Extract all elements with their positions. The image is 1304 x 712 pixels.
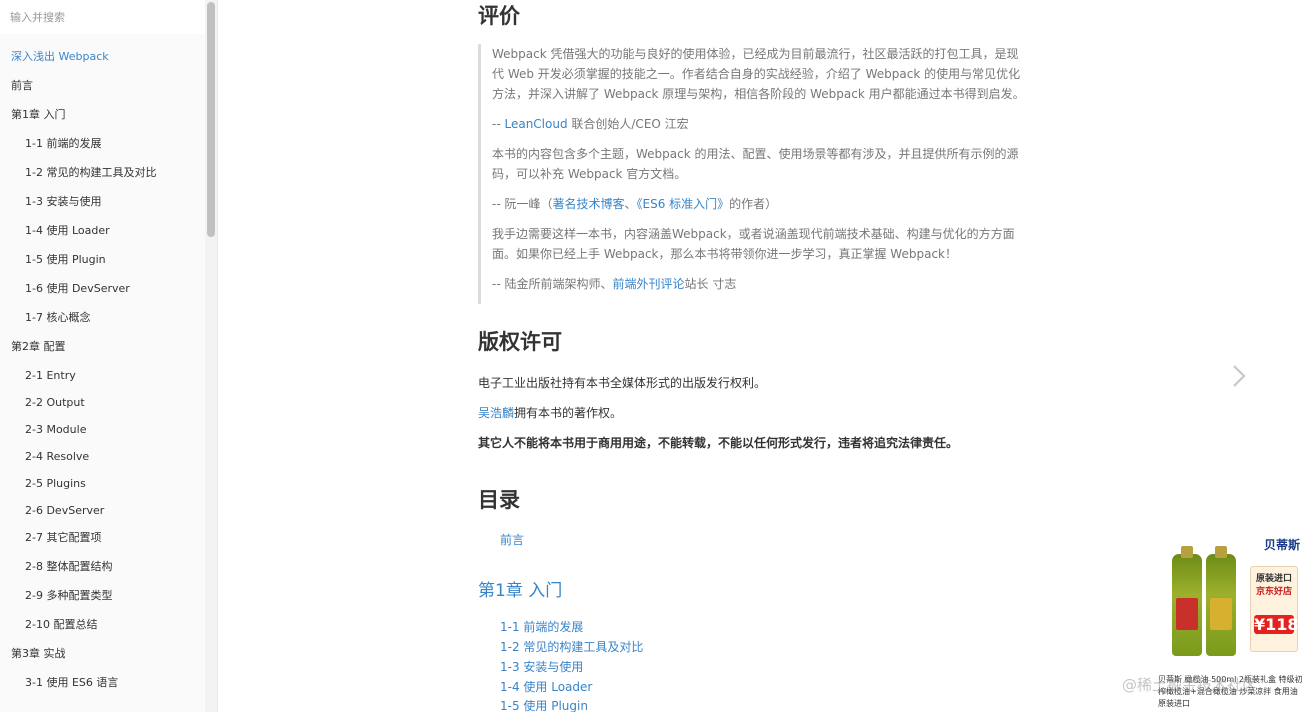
sidebar-item-3-1[interactable]: 3-1 使用 ES6 语言 bbox=[0, 666, 205, 695]
olive-oil-bottle-icon bbox=[1172, 546, 1202, 656]
copyright-paragraph-1: 电子工业出版社持有本书全媒体形式的出版发行权利。 bbox=[478, 376, 767, 390]
review-quote-2: 本书的内容包含多个主题，Webpack 的用法、配置、使用场景等都有涉及，并且提… bbox=[492, 147, 1019, 181]
toc-chapter1[interactable]: 第1章 入门 bbox=[478, 576, 562, 601]
sidebar-item-2-5[interactable]: 2-5 Plugins bbox=[0, 467, 205, 494]
attribution-prefix: -- 阮一峰（ bbox=[492, 197, 553, 211]
toc-item-1-2[interactable]: 1-2 常见的构建工具及对比 bbox=[500, 637, 643, 657]
sidebar-item-2-10[interactable]: 2-10 配置总结 bbox=[0, 608, 205, 637]
sidebar-item-2-4[interactable]: 2-4 Resolve bbox=[0, 440, 205, 467]
sidebar-item-1-4[interactable]: 1-4 使用 Loader bbox=[0, 214, 205, 243]
sidebar: 深入浅出 Webpack 前言 第1章 入门 1-1 前端的发展 1-2 常见的… bbox=[0, 0, 218, 712]
sidebar-item-2-3[interactable]: 2-3 Module bbox=[0, 413, 205, 440]
sidebar-item-1-6[interactable]: 1-6 使用 DevServer bbox=[0, 272, 205, 301]
toc-item-preface[interactable]: 前言 bbox=[500, 530, 524, 550]
sidebar-item-preface[interactable]: 前言 bbox=[0, 69, 205, 98]
author-link[interactable]: 吴浩麟 bbox=[478, 406, 514, 420]
attribution-suffix: 的作者） bbox=[729, 197, 778, 211]
toc-item-1-3[interactable]: 1-3 安装与使用 bbox=[500, 657, 583, 677]
ad-brand: 贝蒂斯 bbox=[1263, 538, 1300, 552]
sidebar-item-2-8[interactable]: 2-8 整体配置结构 bbox=[0, 550, 205, 579]
review-attribution-1: -- LeanCloud 联合创始人/CEO 江宏 bbox=[492, 114, 1028, 134]
sidebar-item-2-7[interactable]: 2-7 其它配置项 bbox=[0, 521, 205, 550]
sidebar-item-2-6[interactable]: 2-6 DevServer bbox=[0, 494, 205, 521]
copyright-paragraph-3: 其它人不能将本书用于商用用途，不能转载，不能以任何形式发行，违者将追究法律责任。 bbox=[478, 436, 959, 450]
tech-blog-link[interactable]: 著名技术博客 bbox=[552, 197, 624, 211]
copyright-paragraph-2: 吴浩麟拥有本书的著作权。 bbox=[478, 403, 622, 423]
ad-promo-line1: 原装进口 bbox=[1255, 574, 1292, 584]
toc-item-1-4[interactable]: 1-4 使用 Loader bbox=[500, 677, 592, 697]
frontend-weekly-link[interactable]: 前端外刊评论 bbox=[612, 277, 684, 291]
attribution-prefix: -- bbox=[492, 117, 505, 131]
watermark: @稀土掘金技术社区 bbox=[1122, 676, 1258, 694]
attribution-suffix: 联合创始人/CEO 江宏 bbox=[567, 117, 689, 131]
review-blockquote: Webpack 凭借强大的功能与良好的使用体验，已经成为目前最流行，社区最活跃的… bbox=[478, 44, 1028, 304]
review-quote-3: 我手边需要这样一本书，内容涵盖Webpack，或者说涵盖现代前端技术基础、构建与… bbox=[492, 227, 1015, 261]
leancloud-link[interactable]: LeanCloud bbox=[504, 117, 567, 131]
attribution-prefix: -- 陆金所前端架构师、 bbox=[492, 277, 613, 291]
ad-promo-line2: 京东好店 bbox=[1255, 587, 1292, 597]
attribution-separator: 、 bbox=[624, 197, 637, 211]
sidebar-item-1-3[interactable]: 1-3 安装与使用 bbox=[0, 185, 205, 214]
sidebar-item-1-7[interactable]: 1-7 核心概念 bbox=[0, 301, 205, 330]
sidebar-item-2-9[interactable]: 2-9 多种配置类型 bbox=[0, 579, 205, 608]
sidebar-nav: 深入浅出 Webpack 前言 第1章 入门 1-1 前端的发展 1-2 常见的… bbox=[0, 40, 205, 695]
ad-price: ¥118 bbox=[1254, 615, 1299, 634]
main-content: 评价 Webpack 凭借强大的功能与良好的使用体验，已经成为目前最流行，社区最… bbox=[219, 0, 1304, 712]
toc-item-1-5[interactable]: 1-5 使用 Plugin bbox=[500, 696, 588, 712]
sidebar-item-2-2[interactable]: 2-2 Output bbox=[0, 386, 205, 413]
olive-oil-bottle-icon bbox=[1206, 546, 1236, 656]
sidebar-item-2-1[interactable]: 2-1 Entry bbox=[0, 359, 205, 386]
review-quote-1: Webpack 凭借强大的功能与良好的使用体验，已经成为目前最流行，社区最活跃的… bbox=[492, 47, 1025, 101]
sidebar-item-chapter2[interactable]: 第2章 配置 bbox=[0, 330, 205, 359]
search-input[interactable] bbox=[0, 0, 205, 34]
ad-promo-card: 原装进口 京东好店 ¥118 bbox=[1250, 566, 1299, 652]
sidebar-item-1-2[interactable]: 1-2 常见的构建工具及对比 bbox=[0, 156, 205, 185]
sidebar-item-1-1[interactable]: 1-1 前端的发展 bbox=[0, 127, 205, 156]
toc-heading: 目录 bbox=[478, 488, 520, 512]
review-heading: 评价 bbox=[478, 4, 520, 28]
toc-item-1-1[interactable]: 1-1 前端的发展 bbox=[500, 617, 583, 637]
copyright-heading: 版权许可 bbox=[478, 330, 562, 354]
next-page-chevron-right-icon[interactable] bbox=[1225, 362, 1253, 390]
review-attribution-3: -- 陆金所前端架构师、前端外刊评论站长 寸志 bbox=[492, 274, 1028, 294]
attribution-suffix: 站长 寸志 bbox=[684, 277, 737, 291]
copyright-text: 拥有本书的著作权。 bbox=[514, 406, 623, 420]
sidebar-item-chapter3[interactable]: 第3章 实战 bbox=[0, 637, 205, 666]
search-box[interactable] bbox=[0, 0, 205, 34]
es6-book-link[interactable]: 《ES6 标准入门》 bbox=[637, 197, 730, 211]
sidebar-scrollbar-thumb[interactable] bbox=[207, 2, 215, 237]
sidebar-item-1-5[interactable]: 1-5 使用 Plugin bbox=[0, 243, 205, 272]
sidebar-item-chapter1[interactable]: 第1章 入门 bbox=[0, 98, 205, 127]
review-attribution-2: -- 阮一峰（著名技术博客、《ES6 标准入门》的作者） bbox=[492, 194, 1028, 214]
sidebar-item-book-title[interactable]: 深入浅出 Webpack bbox=[0, 40, 205, 69]
